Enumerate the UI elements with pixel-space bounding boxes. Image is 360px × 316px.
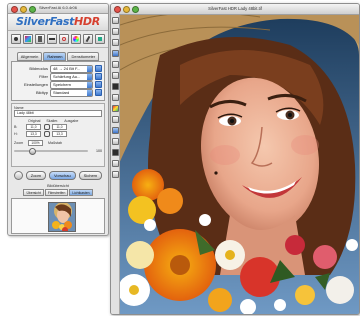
image-type-option-icon[interactable] [95, 89, 102, 96]
color-correction-icon[interactable] [47, 34, 57, 44]
original-header: Original [28, 119, 41, 123]
tab-filmstrip[interactable]: Filmstreifen [44, 189, 69, 196]
preview-image[interactable] [120, 15, 359, 314]
settings-row: Einstellungen Speichern [14, 80, 102, 89]
histogram-icon[interactable] [23, 34, 33, 44]
lightbox-area [11, 198, 105, 234]
preview-titlebar: SilverFast HDR Lady 48bit.tif [111, 4, 359, 15]
image-mode-label: Bildmodus [29, 66, 48, 71]
scale-slider-knob[interactable] [28, 148, 36, 155]
panel-titlebar: SilverFast Ai 6.0.4r06 [8, 4, 108, 14]
filter-select[interactable]: Schärfung Au... [50, 72, 93, 81]
filter-label: Filter [39, 74, 48, 79]
image-mode-option-icon[interactable] [95, 65, 102, 72]
scale-label: Maßstab [48, 141, 62, 145]
preview-toolbar [111, 14, 120, 314]
selective-color-icon[interactable] [59, 34, 69, 44]
height-output-field[interactable]: 13,3 [52, 131, 67, 137]
width-label: B: [14, 125, 18, 129]
white-point-icon[interactable] [111, 94, 119, 101]
image-type-row: Bildtyp Standard [14, 88, 102, 97]
hand-tool-icon[interactable] [111, 28, 119, 35]
densitometer-icon[interactable] [111, 116, 119, 123]
info-icon[interactable] [111, 171, 119, 178]
zoom-field[interactable]: 100% [28, 140, 43, 146]
frame-tool-icon[interactable] [111, 17, 119, 24]
flip-vertical-icon[interactable] [111, 72, 119, 79]
panel-window-title: SilverFast Ai 6.0.4r06 [38, 5, 78, 10]
output-header: Ausgabe [64, 119, 79, 123]
silverfast-control-panel: SilverFast Ai 6.0.4r06 SilverFastHDR All… [7, 3, 109, 236]
logo-text-hdr: HDR [74, 15, 100, 28]
image-type-select[interactable]: Standard [50, 88, 93, 97]
lock-icon[interactable] [44, 131, 50, 137]
preview-window: SilverFast HDR Lady 48bit.tif [110, 3, 360, 315]
settings-label: Einstellungen [23, 82, 48, 87]
zoom-label: Zoom [14, 141, 24, 145]
ruler-icon[interactable] [111, 138, 119, 145]
gradation-icon[interactable] [35, 34, 45, 44]
tab-overview[interactable]: Übersicht [23, 189, 44, 196]
logo-text-silverfast: SilverFast [16, 15, 75, 28]
image-mode-row: Bildmodus 48 → 24 Bit F... [14, 64, 102, 73]
tab-densitometer[interactable]: Densitometer [67, 52, 100, 61]
grid-icon[interactable] [111, 127, 119, 134]
chain-link-icon[interactable] [44, 124, 50, 130]
image-overview-header: Bildübersicht [47, 184, 69, 188]
height-label: H: [14, 132, 18, 136]
filter-row: Filter Schärfung Au... [14, 72, 102, 81]
settings-option-icon[interactable] [95, 81, 102, 88]
filter-option-icon[interactable] [95, 73, 102, 80]
preview-button[interactable]: Vorschau [48, 171, 76, 180]
silverfast-logo: SilverFastHDR [8, 14, 108, 31]
settings-icon[interactable] [111, 160, 119, 167]
save-button[interactable]: Sichern [78, 171, 103, 180]
width-row: B: 11,0 11,0 [14, 124, 102, 130]
tab-general[interactable]: Allgemein [16, 52, 43, 61]
auto-adjust-icon[interactable] [11, 34, 21, 44]
scale-value: 100 [96, 149, 102, 153]
image-type-label: Bildtyp [35, 90, 48, 95]
image-mode-select[interactable]: 48 → 24 Bit F... [50, 64, 93, 73]
width-original-field[interactable]: 11,0 [26, 124, 41, 130]
frame-settings: Bildmodus 48 → 24 Bit F... Filter Schärf… [11, 61, 105, 101]
tool-bar [8, 31, 108, 48]
scale-slider-row: 100 [14, 148, 102, 155]
panel-tabs: Allgemein Rahmen Densitometer [10, 52, 106, 61]
invert-icon[interactable] [111, 149, 119, 156]
rotate-icon[interactable] [111, 50, 119, 57]
color-wheel-icon[interactable] [71, 34, 81, 44]
name-field[interactable]: Lady 48bit [14, 110, 102, 117]
help-button[interactable] [13, 171, 23, 180]
height-original-field[interactable]: 13,3 [26, 131, 41, 137]
tab-lightbox[interactable]: Lichtkasten [69, 189, 93, 196]
preview-window-title: SilverFast HDR Lady 48bit.tif [208, 6, 262, 11]
settings-select[interactable]: Speichern [50, 80, 93, 89]
dimension-headers: Original Skalier. Ausgabe [14, 119, 102, 123]
overview-tabs: Übersicht Filmstreifen Lichtkasten [8, 189, 108, 196]
zoom-tool-icon[interactable] [111, 39, 119, 46]
tab-frame[interactable]: Rahmen [43, 52, 67, 61]
dust-removal-icon[interactable] [95, 34, 105, 44]
black-point-icon[interactable] [111, 83, 119, 90]
image-thumbnail[interactable] [48, 202, 76, 232]
height-row: H: 13,3 13,3 [14, 131, 102, 137]
scale-header: Skalier. [46, 119, 59, 123]
unsharp-mask-icon[interactable] [83, 34, 93, 44]
zoom-row: Zoom 100% Maßstab [14, 140, 102, 146]
scale-slider[interactable] [14, 148, 88, 155]
frame-dimensions: Name Lady 48bit Original Skalier. Ausgab… [11, 103, 105, 167]
flip-horizontal-icon[interactable] [111, 61, 119, 68]
zoom-button[interactable]: Zoom [25, 171, 46, 180]
width-output-field[interactable]: 11,0 [52, 124, 67, 130]
color-mode-icon[interactable] [111, 105, 119, 112]
action-buttons: Zoom Vorschau Sichern [8, 171, 108, 180]
